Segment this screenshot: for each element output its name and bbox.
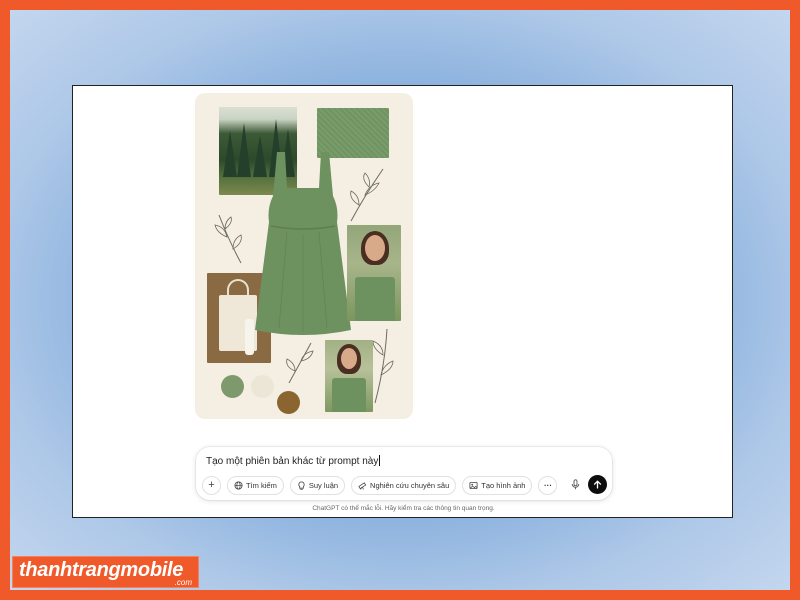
prompt-composer[interactable]: Tạo một phiên bản khác từ prompt này + T… [196, 447, 612, 500]
brand-name: thanhtrangmobile [19, 559, 184, 581]
telescope-icon [358, 481, 367, 490]
arrow-up-icon [593, 480, 602, 489]
deep-research-button[interactable]: Nghiên cứu chuyên sâu [351, 475, 457, 495]
mic-icon [571, 479, 580, 490]
model-portrait-photo [347, 225, 401, 321]
search-button[interactable]: Tìm kiếm [227, 475, 284, 495]
mic-button[interactable] [567, 476, 584, 493]
disclaimer-text: ChatGPT có thể mắc lỗi. Hãy kiểm tra các… [312, 505, 495, 512]
prompt-input[interactable]: Tạo một phiên bản khác từ prompt này [206, 455, 381, 467]
color-dot-cream [251, 375, 274, 398]
leaf-sketch-icon [286, 342, 314, 384]
composer-toolbar: + Tìm kiếm Suy luận Nghiên cứu chuyên sâ… [202, 475, 558, 495]
chatgpt-window: Tạo một phiên bản khác từ prompt này + T… [72, 85, 733, 518]
create-image-button[interactable]: Tạo hình ảnh [462, 475, 533, 495]
lightbulb-icon [298, 480, 305, 490]
image-icon [469, 481, 478, 489]
more-options-button[interactable]: ··· [538, 475, 558, 495]
brand-logo: thanhtrangmobile .com [12, 556, 199, 588]
color-dot-brown [277, 391, 300, 414]
moodboard-image[interactable] [195, 93, 413, 419]
brand-domain: .com [174, 578, 192, 587]
model-portrait-photo [325, 340, 373, 412]
leaf-sketch-icon [214, 214, 242, 264]
color-dot-green [221, 375, 244, 398]
globe-icon [234, 480, 243, 490]
send-button[interactable] [588, 475, 607, 494]
green-dress-image [255, 152, 351, 335]
reason-button[interactable]: Suy luận [289, 475, 346, 495]
add-button[interactable]: + [202, 475, 221, 495]
